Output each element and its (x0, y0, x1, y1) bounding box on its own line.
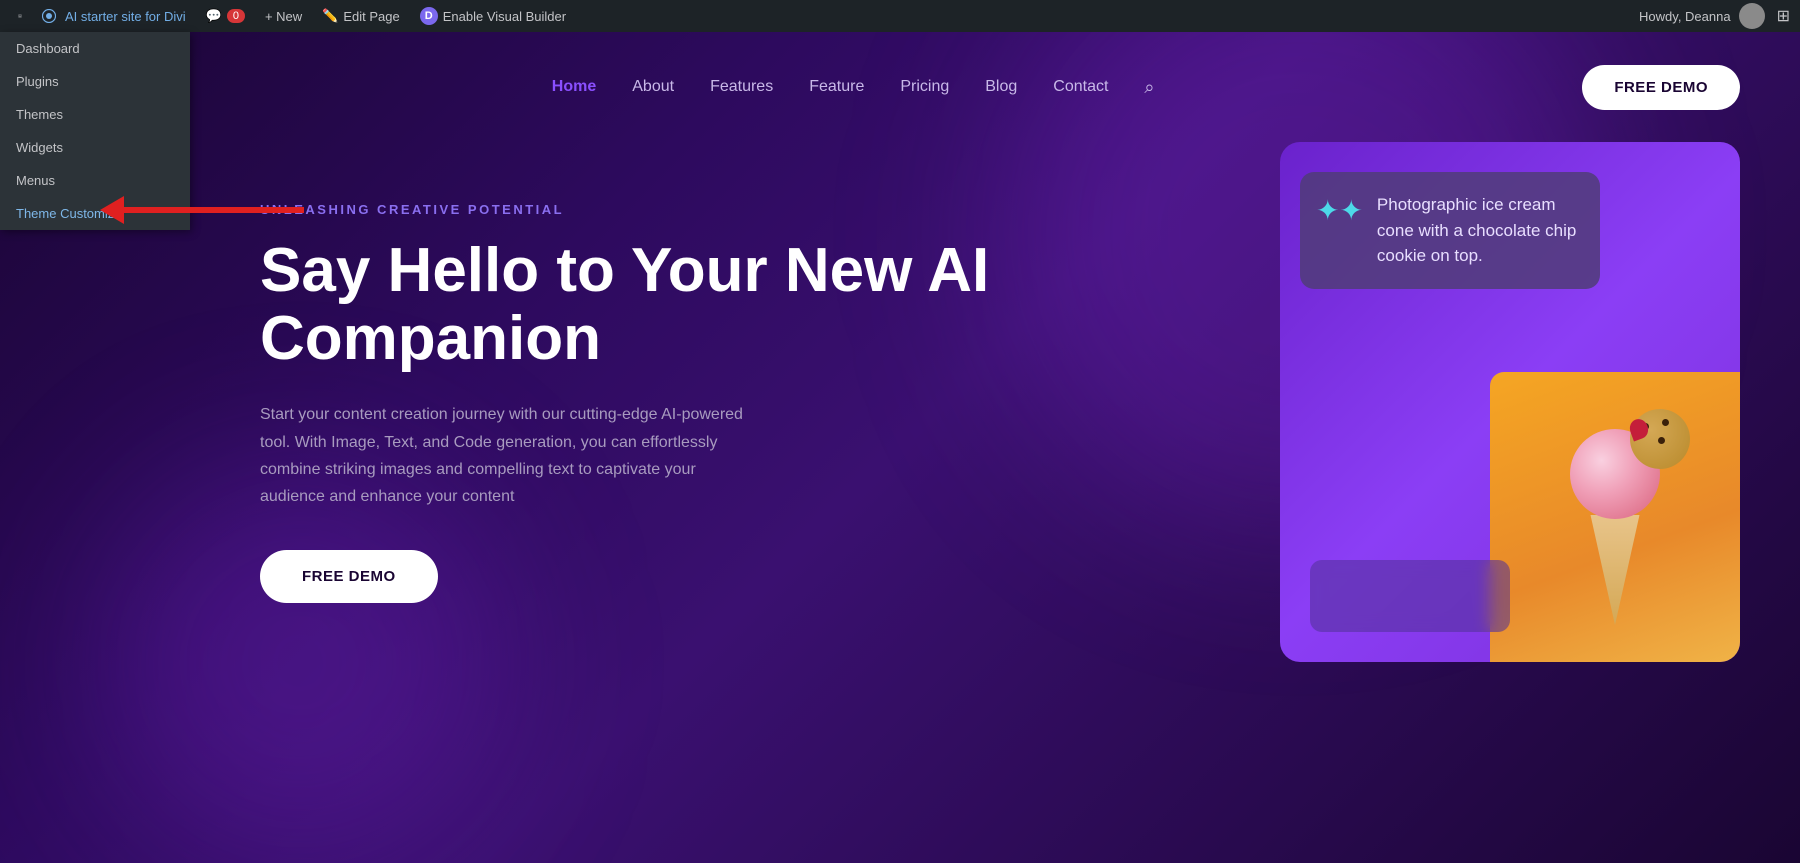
ice-cream-illustration (1570, 429, 1660, 625)
ice-cream-image (1490, 372, 1740, 662)
nav-link-features[interactable]: Features (710, 78, 773, 96)
search-icon[interactable]: ⌕ (1144, 77, 1154, 98)
comment-count: 0 (227, 9, 245, 23)
nav-link-contact[interactable]: Contact (1053, 78, 1108, 96)
dropdown-item-plugins[interactable]: Plugins (0, 65, 190, 98)
hero-title: Say Hello to Your New AI Companion (260, 237, 1200, 373)
admin-bar: W AI starter site for Divi 💬 0 + New ✏️ … (0, 0, 1800, 32)
nav-link-home[interactable]: Home (552, 78, 596, 96)
red-arrow-indicator (100, 196, 304, 224)
dropdown-item-dashboard[interactable]: Dashboard (0, 32, 190, 65)
bottom-blur-card (1310, 560, 1510, 632)
dropdown-item-menus[interactable]: Menus (0, 164, 190, 197)
avatar[interactable] (1739, 3, 1765, 29)
nav-link-blog[interactable]: Blog (985, 78, 1017, 96)
scoop-area (1570, 429, 1660, 519)
comments-button[interactable]: 💬 0 (198, 0, 253, 32)
dropdown-item-widgets[interactable]: Widgets (0, 131, 190, 164)
nav-link-feature[interactable]: Feature (809, 78, 864, 96)
enable-visual-builder-button[interactable]: D Enable Visual Builder (412, 0, 574, 32)
divi-icon: D (420, 7, 438, 25)
comment-icon: 💬 (206, 8, 222, 24)
admin-bar-right: Howdy, Deanna ⊞ (1639, 3, 1790, 29)
website-preview: D Home About Features Feature Pricing Bl… (0, 32, 1800, 863)
hero-subtitle: UNLEASHING CREATIVE POTENTIAL (260, 202, 1200, 217)
howdy-text: Howdy, Deanna (1639, 9, 1731, 24)
bubble-text: Photographic ice cream cone with a choco… (1377, 192, 1580, 269)
nav-links: Home About Features Feature Pricing Blog… (552, 77, 1155, 98)
arrow-head (100, 196, 124, 224)
new-button[interactable]: + New (257, 0, 310, 32)
wp-logo[interactable]: W (10, 6, 30, 26)
hero-text: UNLEASHING CREATIVE POTENTIAL Say Hello … (260, 162, 1200, 603)
cone-body (1580, 515, 1650, 625)
speech-bubble: ✦✦ Photographic ice cream cone with a ch… (1300, 172, 1600, 289)
edit-icon: ✏️ (322, 8, 338, 24)
sparkle-icon: ✦✦ (1316, 194, 1363, 227)
site-title[interactable]: AI starter site for Divi (34, 0, 194, 32)
hero-image-section: ✦✦ Photographic ice cream cone with a ch… (1280, 142, 1740, 662)
edit-page-button[interactable]: ✏️ Edit Page (314, 0, 408, 32)
nav-link-pricing[interactable]: Pricing (900, 78, 949, 96)
hero-card: ✦✦ Photographic ice cream cone with a ch… (1280, 142, 1740, 662)
svg-text:W: W (19, 16, 21, 18)
dropdown-item-themes[interactable]: Themes (0, 98, 190, 131)
hero-body: Start your content creation journey with… (260, 401, 760, 510)
main-nav: D Home About Features Feature Pricing Bl… (0, 32, 1800, 142)
arrow-shaft (124, 207, 304, 213)
screen-options[interactable]: ⊞ (1777, 6, 1790, 26)
nav-link-about[interactable]: About (632, 78, 674, 96)
nav-demo-button[interactable]: FREE DEMO (1582, 65, 1740, 110)
hero-cta-button[interactable]: FREE DEMO (260, 550, 438, 603)
